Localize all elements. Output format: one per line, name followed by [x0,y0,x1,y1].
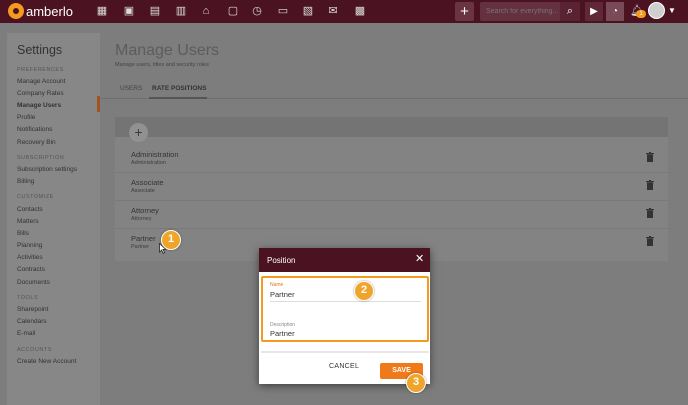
position-dialog: Position ✕ Name Partner Description Part… [259,248,430,384]
sidebar-section-tools: TOOLS [17,295,39,301]
tab-rate-positions[interactable]: RATE POSITIONS [152,85,206,92]
search-icon: ⌕ [566,5,574,17]
sidebar-item-manage-users[interactable]: Manage Users [17,102,61,109]
contacts-icon[interactable]: ▣ [123,5,135,17]
settings-sidebar: Settings PREFERENCES Manage Account Comp… [7,33,100,405]
global-search: ⌕ [480,2,580,21]
mail-icon[interactable]: ✉ [327,5,339,17]
sidebar-item-company-rates[interactable]: Company Rates [17,90,64,97]
position-name: Associate [131,178,164,187]
user-avatar[interactable] [648,2,665,19]
sidebar-item-bills[interactable]: Bills [17,230,29,237]
position-form: Name Partner Description Partner [261,276,429,342]
calendar-icon[interactable]: ▢ [227,5,239,17]
documents-icon[interactable]: ▥ [175,5,187,17]
timer-clock-button[interactable]: ◔ [606,2,624,21]
sidebar-item-activities[interactable]: Activities [17,254,43,261]
search-button[interactable]: ⌕ [560,2,580,21]
list-item[interactable]: Associate Associate [115,173,668,201]
step-callout-2: 2 [354,281,374,301]
add-position-button[interactable]: + [129,123,148,142]
active-tab-underline [149,97,207,99]
close-icon[interactable]: ✕ [415,254,424,265]
bank-icon[interactable]: ⌂ [200,5,212,17]
sidebar-section-subscription: SUBSCRIPTION [17,155,65,161]
top-bar: amberlo ▦ ▣ ▤ ▥ ⌂ ▢ ◷ ▭ ▧ ✉ ▩ + ⌕ ▶ ◔ 🔔︎… [0,0,688,23]
sidebar-section-accounts: ACCOUNTS [17,347,52,353]
folder-icon[interactable]: ▭ [277,5,289,17]
active-item-indicator [97,96,100,112]
amberlo-logo-icon [8,3,24,19]
sidebar-item-contacts[interactable]: Contacts [17,206,43,213]
play-icon: ▶ [590,6,598,17]
chevron-down-icon[interactable]: ▼ [668,6,676,15]
dialog-header: Position ✕ [259,248,430,272]
list-toolbar: + [115,117,668,142]
trash-icon[interactable] [646,236,654,246]
sidebar-item-recovery-bin[interactable]: Recovery Bin [17,139,56,146]
name-field-underline [270,301,421,302]
sidebar-item-documents[interactable]: Documents [17,279,50,286]
sidebar-section-customize: CUSTOMIZE [17,194,54,200]
sidebar-item-contracts[interactable]: Contracts [17,266,45,273]
reports-icon[interactable]: ▩ [354,5,366,17]
trash-icon[interactable] [646,180,654,190]
sidebar-title: Settings [17,43,63,57]
timer-play-button[interactable]: ▶ [585,2,603,21]
tab-users[interactable]: USERS [120,85,142,92]
sidebar-item-profile[interactable]: Profile [17,114,35,121]
dashboard-icon[interactable]: ▦ [96,5,108,17]
trash-icon[interactable] [646,152,654,162]
history-icon[interactable]: ◷ [251,5,263,17]
cancel-button[interactable]: CANCEL [329,363,359,370]
notification-badge: 1 [636,10,646,18]
sidebar-section-preferences: PREFERENCES [17,67,64,73]
page-title: Manage Users [115,42,220,59]
position-name: Administration [131,150,179,159]
brand-name: amberlo [26,3,73,19]
description-field[interactable]: Partner [270,329,295,338]
positions-list: + Administration Administration Associat… [115,117,668,261]
sidebar-item-sharepoint[interactable]: Sharepoint [17,306,48,313]
list-item[interactable]: Administration Administration [115,145,668,173]
page-subtitle: Manage users, titles and security roles [115,62,209,68]
position-name: Partner [131,234,156,243]
add-new-button[interactable]: + [455,2,474,21]
tab-bar: USERS RATE POSITIONS [101,77,688,99]
position-name: Attorney [131,206,159,215]
step-callout-3: 3 [406,373,426,393]
contracts-icon[interactable]: ▧ [302,5,314,17]
description-field-label: Description [270,322,296,328]
position-subtitle: Administration [131,160,166,166]
step-callout-1: 1 [161,230,181,250]
matters-briefcase-icon[interactable]: ▤ [149,5,161,17]
sidebar-item-billing[interactable]: Billing [17,178,34,185]
sidebar-item-matters[interactable]: Matters [17,218,39,225]
sidebar-item-create-new-account[interactable]: Create New Account [17,358,76,365]
sidebar-item-subscription-settings[interactable]: Subscription settings [17,166,77,173]
dialog-divider [261,351,429,353]
sidebar-item-manage-account[interactable]: Manage Account [17,78,65,85]
clock-icon: ◔ [611,6,619,17]
position-subtitle: Associate [131,188,155,194]
search-input[interactable] [480,2,558,21]
position-subtitle: Partner [131,244,150,250]
trash-icon[interactable] [646,208,654,218]
app-logo[interactable]: amberlo [8,3,73,19]
sidebar-item-calendars[interactable]: Calendars [17,318,47,325]
plus-icon: + [134,124,143,140]
position-subtitle: Attorney [131,216,152,222]
sidebar-item-planning[interactable]: Planning [17,242,42,249]
dialog-title: Position [267,256,296,265]
name-field-label: Name [270,282,284,288]
list-item[interactable]: Attorney Attorney [115,201,668,229]
name-field[interactable]: Partner [270,290,295,299]
sidebar-item-notifications[interactable]: Notifications [17,126,52,133]
sidebar-item-email[interactable]: E-mail [17,330,35,337]
